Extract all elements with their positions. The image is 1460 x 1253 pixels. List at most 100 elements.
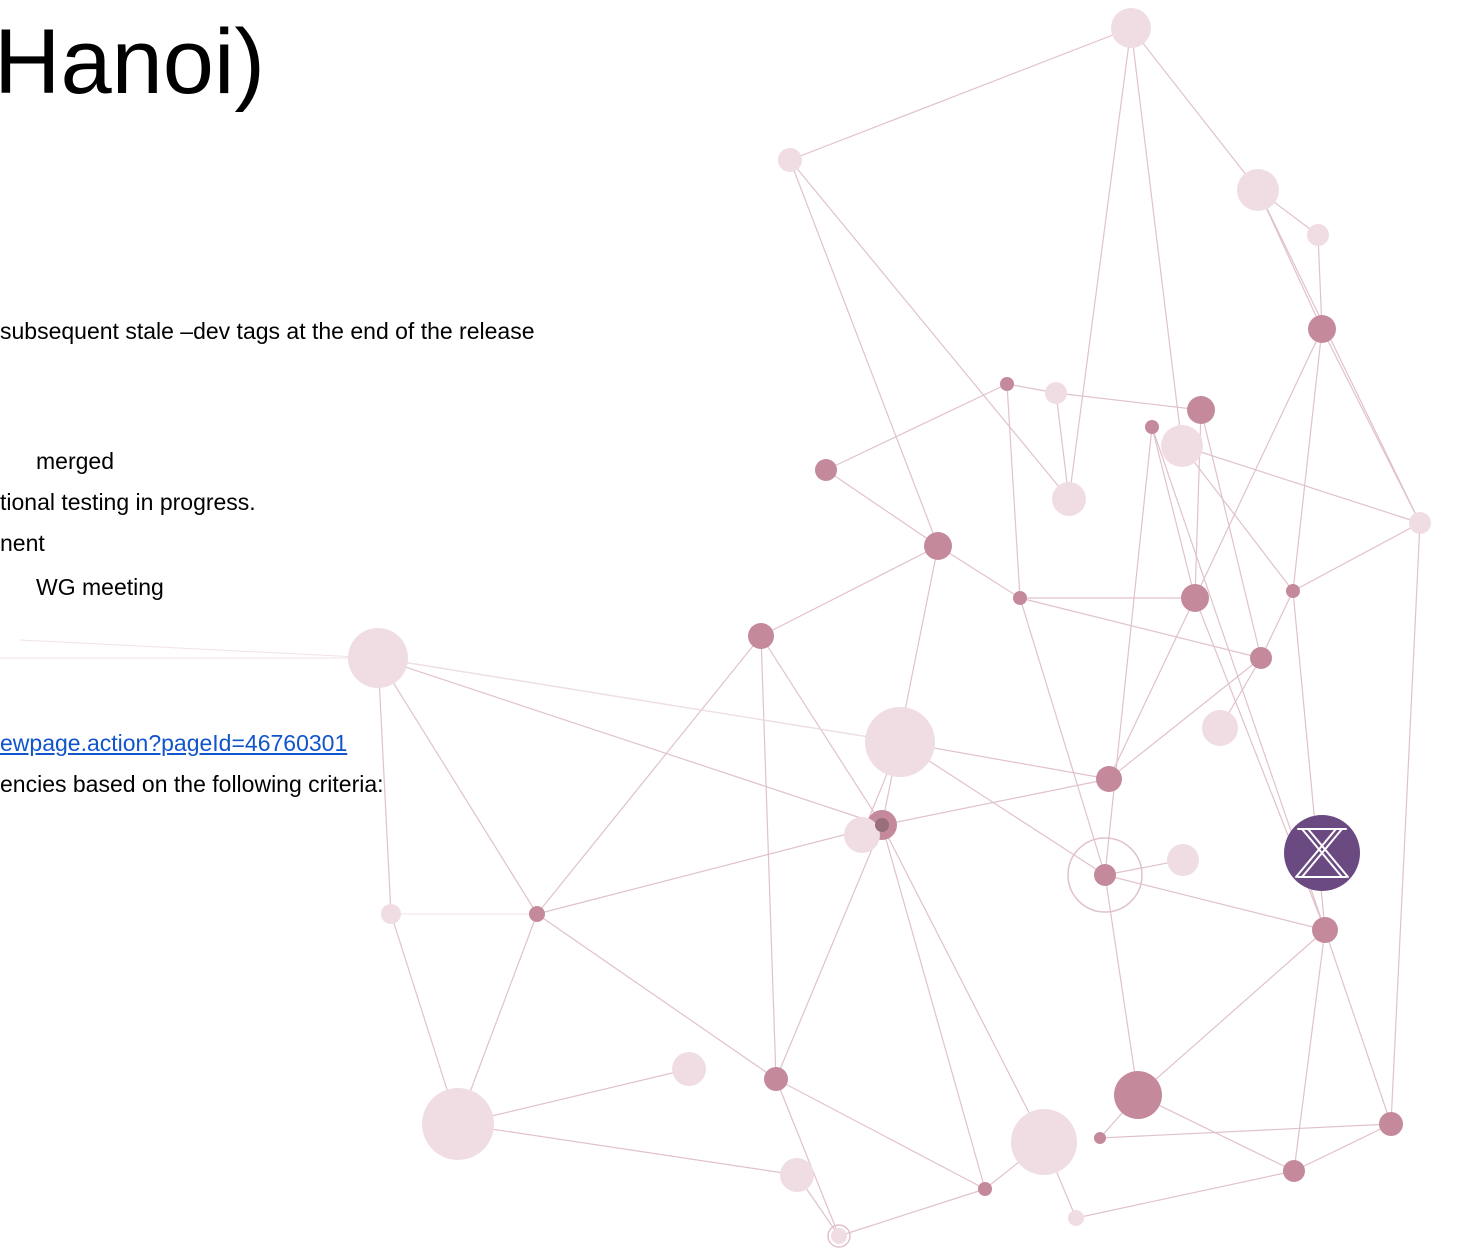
- text-line-merged: merged: [36, 448, 114, 474]
- network-node: [1011, 1109, 1077, 1175]
- network-node: [1096, 766, 1122, 792]
- network-edge: [789, 159, 1070, 500]
- network-edge: [1390, 522, 1421, 1125]
- network-edge: [1257, 189, 1323, 330]
- network-background: [0, 8, 1431, 1248]
- network-node: [1052, 482, 1086, 516]
- text-line-criteria: encies based on the following criteria:: [0, 771, 384, 797]
- network-node: [778, 148, 802, 172]
- network-node: [764, 1067, 788, 1091]
- network-edge: [1292, 522, 1421, 592]
- network-node: [844, 817, 880, 853]
- network-edge: [775, 824, 883, 1080]
- network-edge: [937, 545, 1021, 599]
- network-edge: [1292, 328, 1323, 592]
- network-node: [1145, 420, 1159, 434]
- network-edge: [457, 1123, 798, 1176]
- network-edge: [1108, 597, 1196, 780]
- network-node: [1181, 584, 1209, 612]
- network-edge: [1108, 657, 1262, 780]
- network-edge: [881, 545, 939, 826]
- network-node: [381, 904, 401, 924]
- network-node: [672, 1052, 706, 1086]
- network-node: [348, 628, 408, 688]
- x-logo-icon: [1284, 815, 1360, 891]
- network-edge: [825, 469, 939, 547]
- network-node: [780, 1158, 814, 1192]
- network-node: [1250, 647, 1272, 669]
- network-edge: [1104, 426, 1153, 876]
- network-node: [865, 707, 935, 777]
- network-edge: [1181, 445, 1294, 592]
- network-edge: [1324, 929, 1392, 1125]
- network-node: [1000, 377, 1014, 391]
- network-node: [529, 906, 545, 922]
- wiki-page-link[interactable]: ewpage.action?pageId=46760301: [0, 728, 347, 758]
- network-node: [1307, 224, 1329, 246]
- network-node: [1187, 396, 1215, 424]
- network-edge: [1099, 1123, 1392, 1139]
- network-nodes: [348, 8, 1431, 1248]
- network-edge: [760, 635, 883, 826]
- network-node-center: [875, 818, 889, 832]
- network-node: [978, 1182, 992, 1196]
- network-edge: [1293, 929, 1326, 1172]
- network-edge: [1019, 597, 1106, 876]
- network-node: [1202, 710, 1238, 746]
- network-node: [1111, 8, 1151, 48]
- network-node: [1283, 1160, 1305, 1182]
- network-edge: [825, 383, 1008, 471]
- network-edge: [377, 657, 538, 915]
- network-edge: [1293, 1123, 1392, 1172]
- network-edge: [1200, 409, 1262, 659]
- network-node: [748, 623, 774, 649]
- network-edge: [536, 824, 883, 915]
- network-node: [1068, 1210, 1084, 1226]
- network-edge: [1019, 597, 1262, 659]
- network-edge: [19, 639, 379, 659]
- network-node: [1013, 591, 1027, 605]
- network-edge: [760, 635, 777, 1080]
- network-edge: [1257, 189, 1421, 524]
- network-node: [1114, 1071, 1162, 1119]
- network-edge: [838, 1188, 986, 1237]
- text-line-stale-tags: subsequent stale –dev tags at the end of…: [0, 318, 535, 344]
- network-edge: [1137, 929, 1326, 1096]
- network-node: [831, 1228, 847, 1244]
- network-edge: [881, 778, 1110, 826]
- network-edge: [1181, 445, 1421, 524]
- network-edge: [881, 824, 986, 1190]
- network-node: [1286, 584, 1300, 598]
- network-edge: [377, 657, 901, 743]
- network-edge: [1006, 383, 1021, 599]
- slide-title: Hanoi): [0, 11, 266, 113]
- network-edge: [1068, 27, 1132, 500]
- text-line-testing: tional testing in progress.: [0, 489, 256, 515]
- network-edge: [789, 159, 939, 547]
- network-node: [1308, 315, 1336, 343]
- network-edge: [536, 913, 777, 1080]
- network-node: [1167, 844, 1199, 876]
- network-edge: [1130, 27, 1183, 447]
- network-edge: [1130, 27, 1259, 191]
- network-node: [1161, 425, 1203, 467]
- network-edge: [881, 824, 1045, 1143]
- network-edge: [1055, 392, 1202, 411]
- text-line-ment: nent: [0, 530, 45, 556]
- network-edge: [536, 635, 762, 915]
- network-node: [924, 532, 952, 560]
- network-node: [1312, 917, 1338, 943]
- network-node: [1094, 864, 1116, 886]
- network-edge: [775, 1078, 840, 1237]
- network-node: [1094, 1132, 1106, 1144]
- network-node: [1379, 1112, 1403, 1136]
- network-edge: [760, 545, 939, 637]
- network-edge: [1075, 1170, 1295, 1219]
- network-edge: [1260, 590, 1294, 659]
- network-edges: [0, 27, 1421, 1237]
- network-node: [1237, 169, 1279, 211]
- network-node: [422, 1088, 494, 1160]
- network-node: [1409, 512, 1431, 534]
- network-edge: [377, 657, 883, 826]
- network-node: [1045, 382, 1067, 404]
